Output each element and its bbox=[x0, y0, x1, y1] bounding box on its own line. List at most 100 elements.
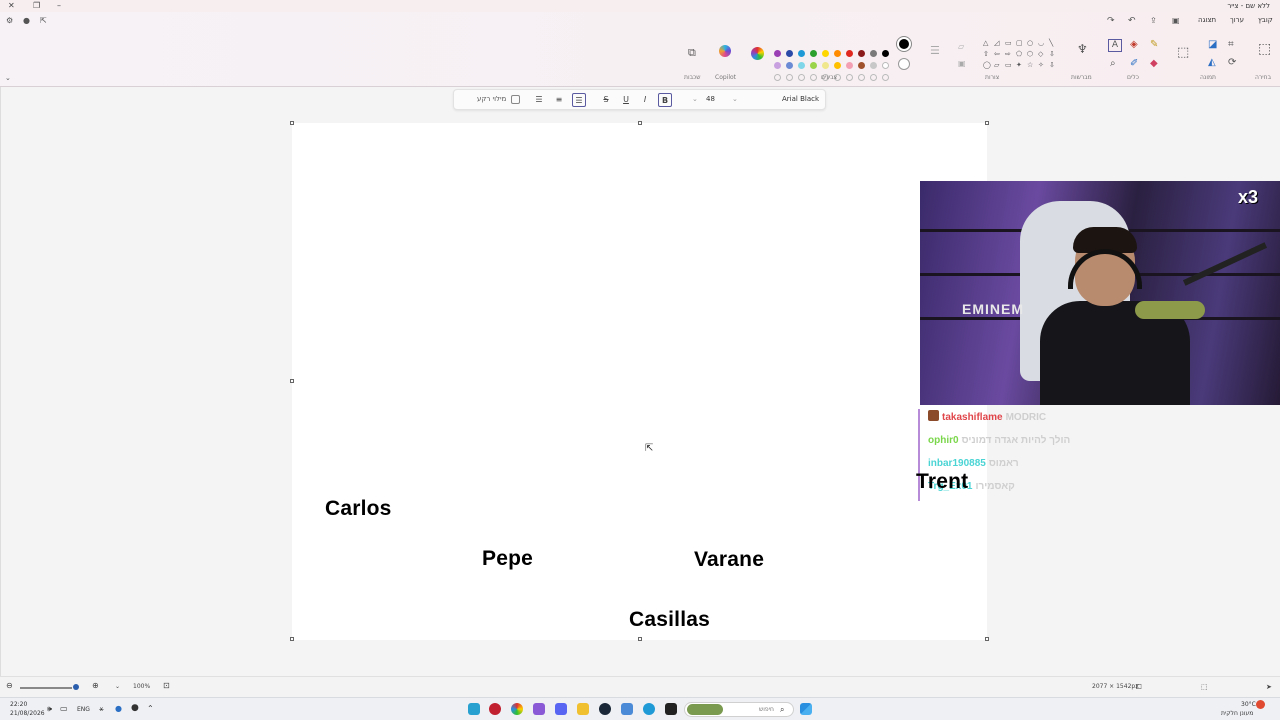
edge-icon[interactable] bbox=[643, 703, 655, 715]
volume-icon[interactable]: 🕪 bbox=[47, 704, 52, 714]
zoom-in-icon[interactable]: ⊕ bbox=[92, 681, 99, 690]
clock-date[interactable]: 21/08/2026 bbox=[10, 710, 45, 717]
align-right-button[interactable]: ☰ bbox=[532, 93, 546, 107]
redo-icon[interactable]: ↷ bbox=[1107, 16, 1115, 26]
player-label[interactable]: Casillas bbox=[629, 608, 710, 632]
underline-button[interactable]: U bbox=[619, 93, 633, 107]
steam-icon[interactable] bbox=[599, 703, 611, 715]
selection-icon[interactable]: ⬚ bbox=[1258, 42, 1271, 56]
image-select-icon[interactable]: ⬚ bbox=[1177, 46, 1189, 59]
color-swatch[interactable] bbox=[810, 50, 817, 57]
discord-icon[interactable] bbox=[555, 703, 567, 715]
canvas-handle-tl[interactable] bbox=[290, 121, 294, 125]
canvas-handle-t[interactable] bbox=[638, 121, 642, 125]
edit-colors-icon[interactable] bbox=[751, 47, 764, 60]
zoom-slider[interactable] bbox=[20, 687, 72, 689]
color-swatch[interactable] bbox=[882, 62, 889, 69]
weather-temp[interactable]: 30°C bbox=[1241, 701, 1256, 708]
custom-color-slot[interactable] bbox=[846, 74, 853, 81]
save-icon[interactable]: ▣ bbox=[1172, 16, 1180, 26]
app-icon[interactable] bbox=[489, 703, 501, 715]
align-left-button[interactable]: ☰ bbox=[572, 93, 586, 107]
eraser-icon[interactable]: ◆ bbox=[1150, 59, 1158, 69]
color-swatch[interactable] bbox=[882, 50, 889, 57]
zoom-slider-knob[interactable] bbox=[73, 684, 79, 690]
player-label[interactable]: Varane bbox=[694, 548, 764, 572]
account-icon[interactable]: ● bbox=[23, 16, 30, 25]
weather-desc[interactable]: מעונן חלקית bbox=[1221, 710, 1253, 717]
resize-icon[interactable]: ◪ bbox=[1208, 40, 1217, 50]
menu-file[interactable]: קובץ bbox=[1258, 16, 1273, 24]
zoom-out-icon[interactable]: ⊖ bbox=[6, 681, 13, 690]
canvas-handle-tr[interactable] bbox=[985, 121, 989, 125]
color-swatch[interactable] bbox=[822, 50, 829, 57]
shape-fill-icon[interactable]: ▣ bbox=[958, 59, 966, 69]
color-swatch[interactable] bbox=[822, 62, 829, 69]
primary-color-swatch[interactable] bbox=[897, 37, 911, 51]
text-tool-icon[interactable]: A bbox=[1108, 39, 1122, 52]
collapse-ribbon-icon[interactable]: ⌄ bbox=[5, 73, 11, 83]
close-icon[interactable]: ✕ bbox=[8, 0, 15, 12]
player-label[interactable]: Trent bbox=[916, 470, 968, 494]
rotate-icon[interactable]: ⟳ bbox=[1228, 58, 1236, 68]
notification-badge-icon[interactable] bbox=[1256, 700, 1265, 709]
pencil-icon[interactable]: ✎ bbox=[1150, 40, 1158, 50]
color-swatch[interactable] bbox=[786, 50, 793, 57]
custom-color-slot[interactable] bbox=[798, 74, 805, 81]
drawing-canvas[interactable] bbox=[292, 123, 987, 640]
secondary-color-swatch[interactable] bbox=[898, 58, 910, 70]
custom-color-slot[interactable] bbox=[810, 74, 817, 81]
app-icon[interactable] bbox=[621, 703, 633, 715]
custom-color-slot[interactable] bbox=[882, 74, 889, 81]
clock-time[interactable]: 22:20 bbox=[10, 701, 27, 708]
menu-edit[interactable]: ערוך bbox=[1230, 16, 1244, 24]
fill-icon[interactable]: ◈ bbox=[1130, 40, 1138, 50]
custom-color-slot[interactable] bbox=[858, 74, 865, 81]
custom-color-slot[interactable] bbox=[774, 74, 781, 81]
share-icon[interactable]: ⇱ bbox=[40, 16, 47, 25]
language-indicator[interactable]: ENG bbox=[77, 706, 90, 713]
start-icon[interactable] bbox=[800, 703, 812, 715]
font-name-select[interactable]: Arial Black bbox=[782, 95, 819, 103]
font-dropdown-icon[interactable]: ⌄ bbox=[732, 95, 738, 103]
zoom-dropdown-icon[interactable]: ⌄ bbox=[115, 683, 120, 690]
color-swatch[interactable] bbox=[774, 50, 781, 57]
flip-icon[interactable]: ◭ bbox=[1208, 58, 1216, 68]
brush-icon[interactable]: ♆ bbox=[1077, 43, 1088, 55]
paint-app-icon[interactable] bbox=[468, 703, 480, 715]
undo-icon[interactable]: ↶ bbox=[1128, 16, 1136, 26]
layers-icon[interactable]: ⧉ bbox=[688, 47, 696, 58]
align-center-button[interactable]: ≡ bbox=[552, 93, 566, 107]
color-swatch[interactable] bbox=[870, 62, 877, 69]
network-icon[interactable]: ▭ bbox=[60, 704, 68, 713]
color-swatch[interactable] bbox=[798, 50, 805, 57]
app-icon[interactable] bbox=[665, 703, 677, 715]
canvas-handle-b[interactable] bbox=[638, 637, 642, 641]
tray-app-icon[interactable]: ● bbox=[131, 703, 139, 713]
taskbar-search[interactable]: חיפוש ⌕ bbox=[684, 702, 794, 717]
show-hidden-icons[interactable]: ⌃ bbox=[147, 704, 154, 713]
settings-icon[interactable]: ⚙ bbox=[6, 16, 13, 25]
bold-button[interactable]: B bbox=[658, 93, 672, 107]
menu-view[interactable]: תצוגה bbox=[1198, 16, 1216, 24]
outline-icon[interactable]: ▱ bbox=[958, 42, 964, 52]
canvas-handle-l[interactable] bbox=[290, 379, 294, 383]
color-swatch[interactable] bbox=[858, 62, 865, 69]
color-swatch[interactable] bbox=[786, 62, 793, 69]
color-swatch[interactable] bbox=[798, 62, 805, 69]
color-swatch[interactable] bbox=[846, 50, 853, 57]
color-swatch[interactable] bbox=[810, 62, 817, 69]
maximize-icon[interactable]: ❐ bbox=[33, 0, 40, 12]
zoom-level[interactable]: 100% bbox=[133, 683, 150, 690]
color-swatch[interactable] bbox=[834, 50, 841, 57]
minimize-icon[interactable]: – bbox=[57, 0, 61, 12]
custom-color-slot[interactable] bbox=[786, 74, 793, 81]
color-swatch[interactable] bbox=[834, 62, 841, 69]
size-dropdown-icon[interactable]: ⌄ bbox=[692, 95, 698, 103]
shape-size-icon[interactable]: ☰ bbox=[930, 45, 940, 56]
open-icon[interactable]: ⇪ bbox=[1150, 16, 1157, 26]
bluetooth-icon[interactable]: ⚹ bbox=[99, 704, 104, 714]
app-icon[interactable] bbox=[533, 703, 545, 715]
color-swatch[interactable] bbox=[774, 62, 781, 69]
canvas-handle-br[interactable] bbox=[985, 637, 989, 641]
